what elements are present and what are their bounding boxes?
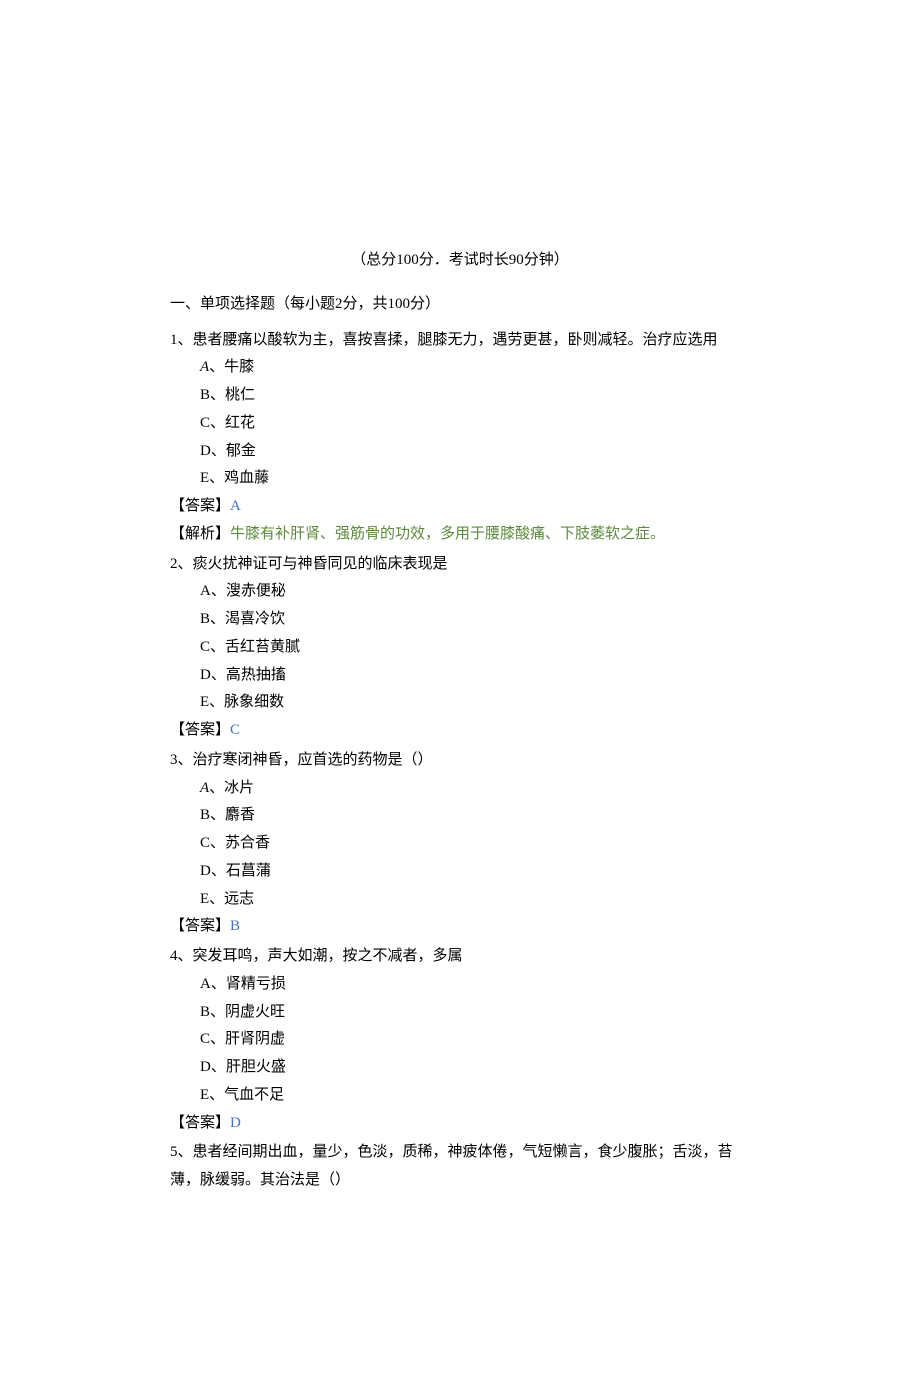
option-A: A、溲赤便秘	[200, 578, 750, 606]
answer-value: C	[230, 722, 240, 738]
option-C: C、舌红苔黄腻	[200, 634, 750, 662]
question-stem: 患者经间期出血，量少，色淡，质稀，神疲体倦，气短懒言，食少腹胀；舌淡，苔薄，脉缓…	[170, 1144, 733, 1188]
explanation-line: 【解析】牛膝有补肝肾、强筋骨的功效，多用于腰膝酸痛、下肢萎软之症。	[170, 521, 750, 549]
options: A、牛膝 B、桃仁 C、红花 D、郁金 E、鸡血藤	[170, 354, 750, 493]
question-number: 1、	[170, 332, 193, 348]
question-number: 5、	[170, 1144, 193, 1160]
question-text: 3、治疗寒闭神昏，应首选的药物是（）	[170, 747, 750, 775]
option-E: E、脉象细数	[200, 689, 750, 717]
option-B: B、阴虚火旺	[200, 999, 750, 1027]
question-text: 2、痰火扰神证可与神昏同见的临床表现是	[170, 551, 750, 579]
page: （总分100分．考试时长90分钟） 一、单项选择题（每小题2分，共100分） 1…	[0, 0, 920, 1397]
option-A: A、冰片	[200, 775, 750, 803]
question-number: 3、	[170, 752, 193, 768]
answer-label: 【答案】	[170, 1115, 230, 1131]
option-C: C、红花	[200, 410, 750, 438]
option-E: E、鸡血藤	[200, 465, 750, 493]
answer-label: 【答案】	[170, 918, 230, 934]
option-letter: A	[200, 359, 209, 375]
answer-label: 【答案】	[170, 722, 230, 738]
option-A: A、牛膝	[200, 354, 750, 382]
option-D: D、肝胆火盛	[200, 1054, 750, 1082]
option-B: B、渴喜冷饮	[200, 606, 750, 634]
exam-meta: （总分100分．考试时长90分钟）	[170, 247, 750, 275]
question-stem: 治疗寒闭神昏，应首选的药物是（）	[193, 752, 433, 768]
option-B: B、麝香	[200, 802, 750, 830]
answer-value: A	[230, 498, 241, 514]
option-A: A、肾精亏损	[200, 971, 750, 999]
option-E: E、气血不足	[200, 1082, 750, 1110]
option-rest: 、牛膝	[209, 359, 254, 375]
answer-line: 【答案】D	[170, 1110, 750, 1138]
answer-label: 【答案】	[170, 498, 230, 514]
answer-value: D	[230, 1115, 241, 1131]
question-2: 2、痰火扰神证可与神昏同见的临床表现是 A、溲赤便秘 B、渴喜冷饮 C、舌红苔黄…	[170, 551, 750, 745]
option-rest: 、冰片	[209, 780, 254, 796]
answer-value: B	[230, 918, 240, 934]
question-3: 3、治疗寒闭神昏，应首选的药物是（） A、冰片 B、麝香 C、苏合香 D、石菖蒲…	[170, 747, 750, 941]
options: A、冰片 B、麝香 C、苏合香 D、石菖蒲 E、远志	[170, 775, 750, 914]
option-letter: A	[200, 780, 209, 796]
explanation-text: 牛膝有补肝肾、强筋骨的功效，多用于腰膝酸痛、下肢萎软之症。	[230, 526, 665, 542]
question-text: 5、患者经间期出血，量少，色淡，质稀，神疲体倦，气短懒言，食少腹胀；舌淡，苔薄，…	[170, 1139, 750, 1195]
option-D: D、郁金	[200, 438, 750, 466]
option-C: C、肝肾阴虚	[200, 1026, 750, 1054]
question-stem: 患者腰痛以酸软为主，喜按喜揉，腿膝无力，遇劳更甚，卧则减轻。治疗应选用	[193, 332, 718, 348]
answer-line: 【答案】A	[170, 493, 750, 521]
question-text: 4、突发耳鸣，声大如潮，按之不减者，多属	[170, 943, 750, 971]
question-1: 1、患者腰痛以酸软为主，喜按喜揉，腿膝无力，遇劳更甚，卧则减轻。治疗应选用 A、…	[170, 327, 750, 549]
section-heading: 一、单项选择题（每小题2分，共100分）	[170, 291, 750, 319]
option-E: E、远志	[200, 886, 750, 914]
question-text: 1、患者腰痛以酸软为主，喜按喜揉，腿膝无力，遇劳更甚，卧则减轻。治疗应选用	[170, 327, 750, 355]
options: A、溲赤便秘 B、渴喜冷饮 C、舌红苔黄腻 D、高热抽搐 E、脉象细数	[170, 578, 750, 717]
question-5: 5、患者经间期出血，量少，色淡，质稀，神疲体倦，气短懒言，食少腹胀；舌淡，苔薄，…	[170, 1139, 750, 1195]
question-number: 4、	[170, 948, 193, 964]
option-D: D、高热抽搐	[200, 662, 750, 690]
option-D: D、石菖蒲	[200, 858, 750, 886]
explanation-label: 【解析】	[170, 526, 230, 542]
answer-line: 【答案】C	[170, 717, 750, 745]
option-C: C、苏合香	[200, 830, 750, 858]
question-4: 4、突发耳鸣，声大如潮，按之不减者，多属 A、肾精亏损 B、阴虚火旺 C、肝肾阴…	[170, 943, 750, 1137]
option-B: B、桃仁	[200, 382, 750, 410]
question-stem: 突发耳鸣，声大如潮，按之不减者，多属	[193, 948, 463, 964]
answer-line: 【答案】B	[170, 913, 750, 941]
options: A、肾精亏损 B、阴虚火旺 C、肝肾阴虚 D、肝胆火盛 E、气血不足	[170, 971, 750, 1110]
question-stem: 痰火扰神证可与神昏同见的临床表现是	[193, 556, 448, 572]
question-number: 2、	[170, 556, 193, 572]
